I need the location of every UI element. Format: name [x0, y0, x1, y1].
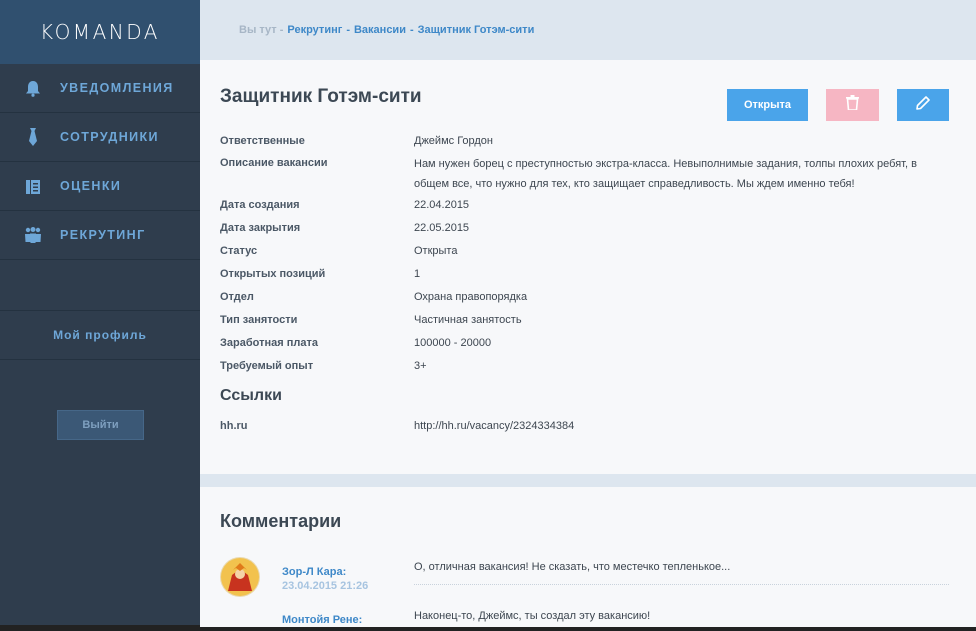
- comment-divider: [414, 584, 949, 585]
- people-icon: [22, 227, 44, 243]
- comment-text: О, отличная вакансия! Не сказать, что ме…: [414, 561, 731, 573]
- edit-button[interactable]: [897, 89, 949, 121]
- logout-button[interactable]: Выйти: [57, 410, 144, 440]
- trash-icon: [846, 95, 859, 115]
- bottom-strip: [200, 627, 976, 631]
- field-label: Заработная плата: [220, 337, 318, 349]
- vacancy-link[interactable]: http://hh.ru/vacancy/2324334384: [414, 419, 934, 434]
- field-label: Открытых позиций: [220, 268, 326, 280]
- field-label: Тип занятости: [220, 314, 298, 326]
- comment-date: 23.04.2015 21:26: [282, 580, 369, 592]
- field-label: Ответственные: [220, 135, 305, 147]
- logo[interactable]: KOMANDA: [40, 20, 160, 44]
- my-profile-label: Мой профиль: [53, 328, 147, 342]
- sidebar-item-recruiting[interactable]: РЕКРУТИНГ: [0, 211, 200, 260]
- sidebar-item-evaluations[interactable]: ОЦЕНКИ: [0, 162, 200, 211]
- logo-bar: KOMANDA: [0, 0, 200, 64]
- field-value: 1: [414, 268, 421, 280]
- comment-text: Наконец-то, Джеймс, ты создал эту ваканс…: [414, 610, 651, 622]
- field-value: Частичная занятость: [414, 314, 522, 326]
- field-label: Дата закрытия: [220, 222, 301, 234]
- sidebar-item-employees[interactable]: СОТРУДНИКИ: [0, 113, 200, 162]
- link-label: hh.ru: [220, 420, 248, 432]
- comments-card: Комментарии Зор-Л Кара: 23.04.2015 21:26…: [200, 487, 976, 631]
- pencil-icon: [916, 95, 930, 115]
- field-label: Отдел: [220, 291, 254, 303]
- vacancy-card: Защитник Готэм-сити Открыта Ответственны…: [200, 60, 976, 474]
- breadcrumb-current[interactable]: Защитник Готэм-сити: [418, 24, 535, 36]
- page-title: Защитник Готэм-сити: [220, 86, 422, 107]
- sidebar-item-notifications[interactable]: УВЕДОМЛЕНИЯ: [0, 64, 200, 113]
- my-profile-link[interactable]: Мой профиль: [0, 310, 200, 360]
- breadcrumb-recruiting[interactable]: Рекрутинг: [287, 24, 342, 36]
- breadcrumb-prefix: Вы тут -: [239, 24, 284, 36]
- field-value: Охрана правопорядка: [414, 291, 528, 303]
- field-value: 3+: [414, 360, 427, 372]
- sidebar-item-label: СОТРУДНИКИ: [60, 130, 159, 144]
- field-label: Описание вакансии: [220, 157, 328, 169]
- field-value: 100000 - 20000: [414, 337, 492, 349]
- field-value: 22.05.2015: [414, 222, 470, 234]
- comment-author[interactable]: Зор-Л Кара:: [282, 566, 346, 578]
- tie-icon: [22, 128, 44, 146]
- sidebar-nav: УВЕДОМЛЕНИЯ СОТРУДНИКИ ОЦЕНКИ РЕКРУТИНГ: [0, 64, 200, 260]
- field-label: Дата создания: [220, 199, 300, 211]
- sidebar: KOMANDA УВЕДОМЛЕНИЯ СОТРУДНИКИ ОЦЕНКИ РЕ…: [0, 0, 200, 631]
- field-label: Требуемый опыт: [220, 360, 314, 372]
- field-value: Открыта: [414, 245, 458, 257]
- field-value: 22.04.2015: [414, 199, 470, 211]
- delete-button[interactable]: [826, 89, 879, 121]
- clipboard-icon: [22, 178, 44, 195]
- field-label: Статус: [220, 245, 258, 257]
- sidebar-item-label: РЕКРУТИНГ: [60, 228, 146, 242]
- breadcrumb: Вы тут - Рекрутинг - Вакансии - Защитник…: [200, 0, 976, 60]
- bell-icon: [22, 80, 44, 97]
- field-value: Нам нужен борец с преступностью экстра-к…: [414, 158, 917, 190]
- breadcrumb-separator: -: [409, 24, 414, 36]
- sidebar-footer: [0, 625, 200, 631]
- field-value: Джеймс Гордон: [414, 135, 494, 147]
- sidebar-item-label: ОЦЕНКИ: [60, 179, 122, 193]
- breadcrumb-vacancies[interactable]: Вакансии: [354, 24, 406, 36]
- comment-author[interactable]: Монтойя Рене:: [282, 614, 362, 626]
- breadcrumb-separator: -: [346, 24, 350, 36]
- links-heading: Ссылки: [220, 387, 282, 404]
- sidebar-item-label: УВЕДОМЛЕНИЯ: [60, 81, 174, 95]
- status-open-button[interactable]: Открыта: [727, 89, 808, 121]
- comments-heading: Комментарии: [220, 511, 342, 531]
- avatar[interactable]: [220, 557, 260, 597]
